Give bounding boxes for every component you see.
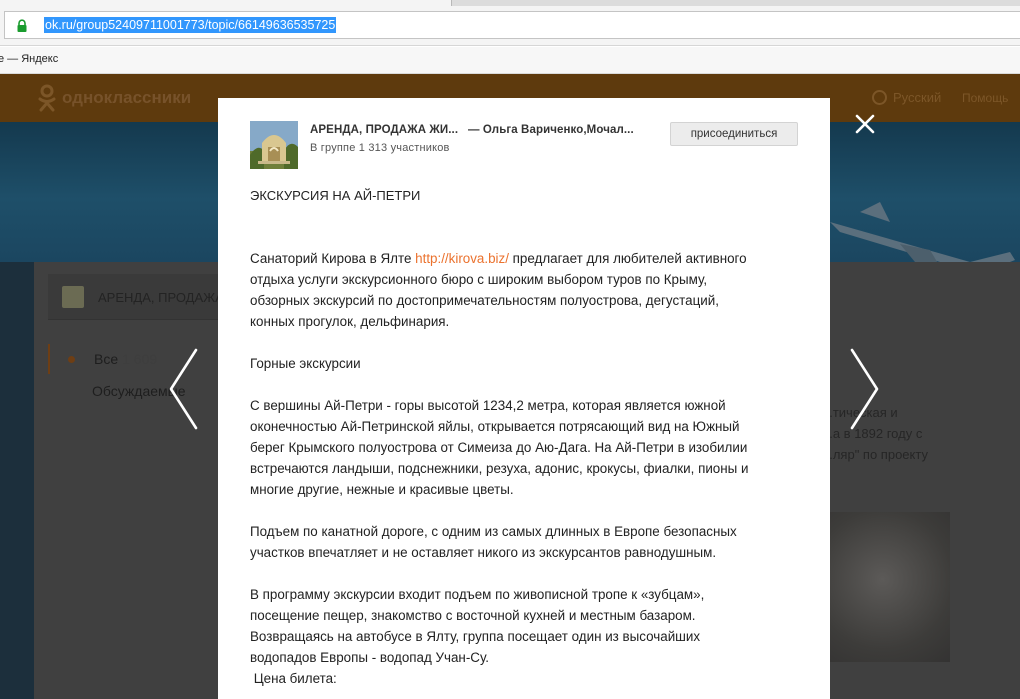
kirova-link[interactable]: http://kirova.biz/ xyxy=(415,251,509,266)
author-link[interactable]: — Ольга Вариченко,Мочал... xyxy=(468,124,634,136)
sidebar-item-discussed[interactable]: Обсуждаемые xyxy=(48,376,228,406)
text-span: Санаторий Кирова в Ялте xyxy=(250,251,416,266)
bookmark-yandex[interactable]: е — Яндекс xyxy=(0,53,58,65)
sidebar-item-all[interactable]: Все 1 609 xyxy=(48,344,228,374)
paragraph-ai-petri: С вершины Ай-Петри - горы высотой 1234,2… xyxy=(250,395,748,500)
paragraph-line: встречаются ландыши, подснежники, резуха… xyxy=(250,461,749,476)
language-link[interactable]: Русский xyxy=(893,90,941,105)
group-thumbnail xyxy=(62,286,84,308)
paragraph-line: отдыха услуги экскурсионного бюро с широ… xyxy=(250,272,708,287)
paragraph-line: С вершины Ай-Петри - горы высотой 1234,2… xyxy=(250,398,726,413)
paragraph-line: Санаторий Кирова в Ялте http://kirova.bi… xyxy=(250,248,747,269)
paragraph-line: обзорных экскурсий по достопримечательно… xyxy=(250,293,719,308)
address-bar[interactable]: ok.ru/group52409711001773/topic/66149636… xyxy=(4,11,1020,39)
site-logo-text[interactable]: одноклассники xyxy=(62,88,191,108)
text-span: предлагает для любителей активного xyxy=(508,251,747,266)
paragraph-line: берег Крымского полуострова от Симеиза д… xyxy=(250,440,748,455)
close-icon[interactable] xyxy=(853,112,877,136)
globe-icon[interactable] xyxy=(872,90,887,105)
active-dot-icon xyxy=(68,356,75,363)
bookmarks-bar: е — Яндекс xyxy=(0,47,1020,74)
topic-title: ЭКСКУРСИЯ НА АЙ-ПЕТРИ xyxy=(250,188,421,203)
paragraph-line: Возвращаясь на автобусе в Ялту, группа п… xyxy=(250,629,701,644)
paragraph-intro: Санаторий Кирова в Ялте http://kirova.bi… xyxy=(250,248,747,332)
topic-modal: АРЕНДА, ПРОДАЖА ЖИ... — Ольга Вариченко,… xyxy=(218,98,830,699)
paragraph-line: конных прогулок, дельфинария. xyxy=(250,314,450,329)
paragraph-line: участков впечатляет и не оставляет никог… xyxy=(250,545,717,560)
chevron-right-icon[interactable] xyxy=(848,346,882,432)
join-button[interactable]: присоединиться xyxy=(670,122,798,146)
lock-icon[interactable] xyxy=(15,19,29,33)
paragraph-program: В программу экскурсии входит подъем по ж… xyxy=(250,584,704,689)
paragraph-line: посещение пещер, знакомство с восточной … xyxy=(250,608,696,623)
subheading-mountain-tours: Горные экскурсии xyxy=(250,356,361,371)
sidebar-item-label: Все xyxy=(94,351,119,367)
paragraph-line: многие другие, нежные и красивые цветы. xyxy=(250,482,514,497)
url-text[interactable]: ok.ru/group52409711001773/topic/66149636… xyxy=(44,17,337,33)
browser-toolbar: ok.ru/group52409711001773/topic/66149636… xyxy=(0,6,1020,46)
background-text-line: ...ляр" по проекту xyxy=(822,447,928,462)
sidebar-item-count: 1 609 xyxy=(122,351,158,367)
paragraph-line: В программу экскурсии входит подъем по ж… xyxy=(250,587,705,602)
group-title-link[interactable]: АРЕНДА, ПРОДАЖА ЖИ... xyxy=(310,124,458,136)
group-name[interactable]: АРЕНДА, ПРОДАЖА xyxy=(98,290,224,305)
chevron-left-icon[interactable] xyxy=(166,346,200,432)
paragraph-cable-car: Подъем по канатной дороге, с одним из са… xyxy=(250,521,737,563)
group-avatar[interactable] xyxy=(250,121,298,169)
members-count: В группе 1 313 участников xyxy=(310,142,450,154)
paragraph-line: водопадов Европы - водопад Учан-Су. xyxy=(250,650,490,665)
help-link[interactable]: Помощь xyxy=(962,91,1008,105)
paragraph-line: Подъем по канатной дороге, с одним из са… xyxy=(250,524,737,539)
paragraph-line: оконечностью Ай-Петринской яйлы, открыва… xyxy=(250,419,740,434)
price-label: Цена билета: xyxy=(250,671,337,686)
ok-logo-icon[interactable] xyxy=(36,84,58,112)
